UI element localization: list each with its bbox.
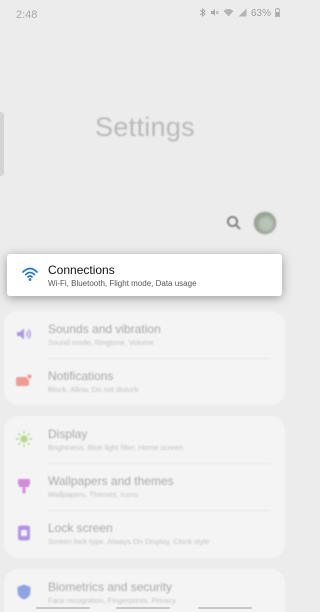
- page-title: Settings: [95, 112, 195, 142]
- search-icon: [227, 216, 241, 230]
- notifications-title: Notifications: [48, 369, 114, 383]
- brightness-icon: [15, 430, 33, 448]
- navigation-bar: [0, 602, 290, 612]
- shield-icon: [15, 583, 33, 601]
- status-bar: 2:48 63%: [0, 0, 290, 28]
- lock-screen-subtitle: Screen lock type, Always On Display, Clo…: [48, 537, 210, 546]
- battery-icon: [275, 8, 280, 19]
- nav-home-button[interactable]: [116, 607, 170, 609]
- sounds-and-vibration-item[interactable]: Sounds and vibration Sound mode, Rington…: [4, 311, 285, 358]
- connections-subtitle: Wi-Fi, Bluetooth, Flight mode, Data usag…: [48, 279, 197, 288]
- notification-icon: [15, 372, 33, 390]
- notifications-subtitle: Block, Allow, Do not disturb: [48, 385, 139, 394]
- battery-percent: 63%: [250, 8, 271, 19]
- connections-item[interactable]: Connections Wi-Fi, Bluetooth, Flight mod…: [7, 254, 282, 296]
- settings-group-2: Display Brightness, Blue light filter, H…: [4, 416, 285, 558]
- wallpapers-and-themes-item[interactable]: Wallpapers and themes Wallpapers, Themes…: [4, 463, 285, 510]
- volume-icon: [15, 325, 33, 343]
- bluetooth-icon: [199, 7, 206, 19]
- display-subtitle: Brightness, Blue light filter, Home scre…: [48, 443, 184, 452]
- notifications-item[interactable]: Notifications Block, Allow, Do not distu…: [4, 358, 285, 405]
- brush-icon: [15, 477, 33, 495]
- settings-group-1: Sounds and vibration Sound mode, Rington…: [4, 311, 285, 405]
- nav-back-button[interactable]: [198, 607, 252, 609]
- sounds-subtitle: Sound mode, Ringtone, Volume: [48, 338, 154, 347]
- biometrics-title: Biometrics and security: [48, 580, 173, 594]
- mute-icon: [210, 8, 219, 19]
- status-icons: 63%: [199, 7, 280, 19]
- wallpapers-title: Wallpapers and themes: [48, 474, 174, 488]
- status-time: 2:48: [16, 9, 38, 21]
- sounds-title: Sounds and vibration: [48, 322, 161, 336]
- connections-title: Connections: [48, 263, 115, 277]
- lock-screen-title: Lock screen: [48, 521, 113, 535]
- display-item[interactable]: Display Brightness, Blue light filter, H…: [4, 416, 285, 463]
- wallpapers-subtitle: Wallpapers, Themes, Icons: [48, 490, 139, 499]
- wifi-icon: [21, 266, 39, 282]
- display-title: Display: [48, 427, 88, 441]
- lock-icon: [15, 524, 33, 542]
- signal-icon: [238, 8, 247, 19]
- wifi-icon: [223, 8, 234, 19]
- search-button[interactable]: [224, 213, 244, 233]
- nav-recents-button[interactable]: [36, 607, 90, 609]
- lock-screen-item[interactable]: Lock screen Screen lock type, Always On …: [4, 510, 285, 557]
- avatar[interactable]: [253, 211, 277, 235]
